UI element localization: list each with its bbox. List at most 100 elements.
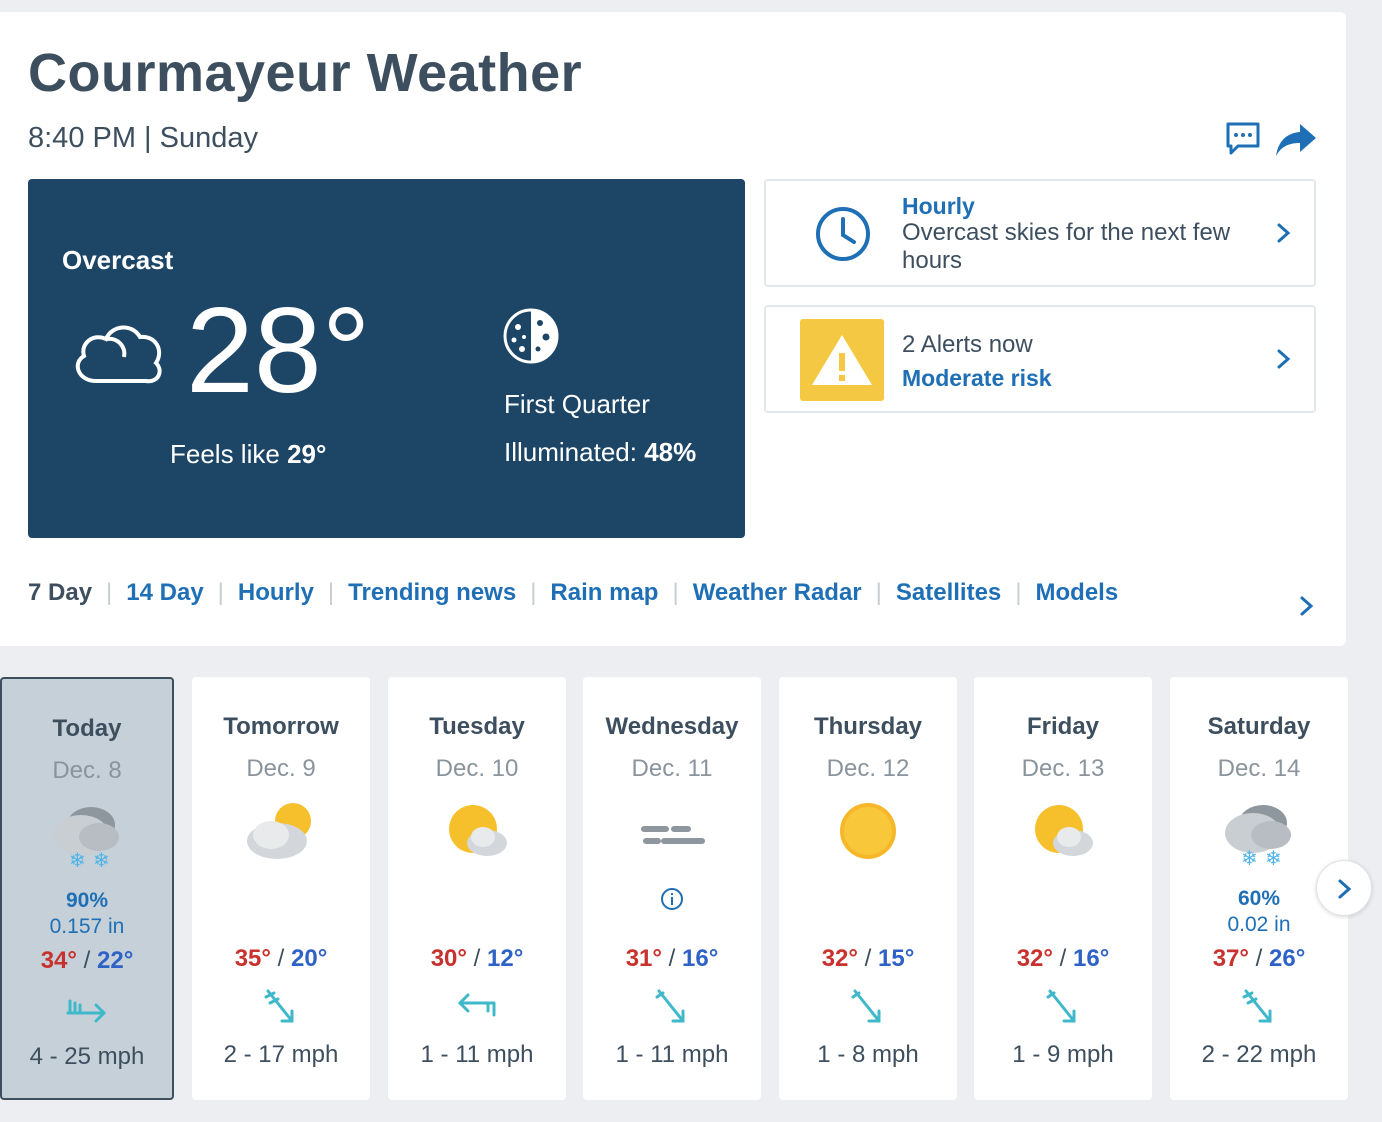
day-name: Saturday [1207,713,1311,740]
day-name: Wednesday [605,713,739,740]
wind-arrow-icon [1242,989,1272,1023]
svg-text:❄: ❄ [69,848,86,872]
tab-hourly[interactable]: Hourly [238,579,314,607]
tab-weather-radar[interactable]: Weather Radar [693,579,862,607]
feels-like: Feels like 29° [170,439,326,470]
precip-amount: 0.157 in [49,915,125,938]
tab-14-day[interactable]: 14 Day [126,579,203,607]
hourly-card-title: Hourly [902,193,975,219]
day-name: Friday [1026,713,1100,740]
condition-label: Overcast [62,245,174,275]
snow-cloud-icon: ❄ ❄ [53,807,119,872]
tab-models[interactable]: Models [1036,579,1119,607]
day-date: Dec. 14 [1217,755,1301,782]
wind-arrow-icon [851,989,881,1023]
forecast-day-wednesday[interactable]: Wednesday Dec. 11 31° / 16° 1 - 11 mph [583,677,761,1100]
temp-range: 31° / 16° [625,945,719,972]
moon-icon [503,308,559,364]
wind-range: 4 - 25 mph [29,1043,145,1070]
forecast-tabs: 7 Day | 14 Day | Hourly | Trending news … [28,578,1118,608]
day-name: Tuesday [429,713,525,740]
wind-arrow-icon [1046,989,1076,1023]
high-temp: 32° [821,945,858,972]
chevron-right-icon [1338,879,1352,899]
fog-icon [641,826,705,844]
forecast-day-thursday[interactable]: Thursday Dec. 12 32° / 15° 1 - 8 mph [779,677,957,1100]
tab-divider: | [106,579,113,606]
temp-range: 30° / 12° [430,945,524,972]
temp-range: 32° / 16° [1016,945,1110,972]
alerts-card[interactable]: 2 Alerts now Moderate risk [764,305,1316,413]
low-temp: 22° [97,947,134,974]
wind-arrow-icon [655,989,685,1023]
high-temp: 35° [234,945,271,972]
hourly-summary-card[interactable]: Hourly Overcast skies for the next few h… [764,179,1316,287]
forecast-day-tomorrow[interactable]: Tomorrow Dec. 9 35° / 20° 2 - 17 mph [192,677,370,1100]
high-temp: 34° [40,947,77,974]
high-temp: 31° [625,945,662,972]
temp-range: 32° / 15° [821,945,915,972]
current-time: 8:40 PM | Sunday [28,122,259,154]
svg-text:❄: ❄ [1241,846,1258,870]
chevron-right-icon [1277,223,1291,243]
current-temperature: 28° [186,282,371,418]
svg-text:❄: ❄ [93,848,110,872]
tab-divider: | [875,579,882,606]
tab-satellites[interactable]: Satellites [896,579,1001,607]
tab-7-day[interactable]: 7 Day [28,579,92,607]
clock-icon [816,207,870,261]
illuminated-label: Illuminated: [504,437,637,467]
sun-icon [840,803,896,859]
tab-divider: | [1015,579,1022,606]
info-icon[interactable] [660,887,684,911]
low-temp: 12° [487,945,524,972]
forecast-day-friday[interactable]: Friday Dec. 13 32° / 16° 1 - 9 mph [974,677,1152,1100]
day-date: Dec. 8 [52,757,122,784]
share-icon[interactable] [1274,120,1318,158]
wind-arrow-icon [457,993,496,1017]
illuminated-value: 48% [644,437,697,467]
low-temp: 20° [291,945,328,972]
tabs-scroll-right-icon[interactable] [1298,592,1316,620]
chevron-right-icon [1277,349,1291,369]
precip-amount: 0.02 in [1227,913,1291,936]
wind-arrow-icon [264,989,294,1023]
day-name: Today [52,715,122,742]
day-date: Dec. 12 [826,755,910,782]
tab-rain-map[interactable]: Rain map [550,579,658,607]
precip-chance: 90% [65,889,109,912]
svg-text:❄: ❄ [1265,846,1282,870]
page-title: Courmayeur Weather [28,43,583,103]
tab-divider: | [217,579,224,606]
temp-range: 34° / 22° [40,947,134,974]
sun-cloud-icon [449,805,507,856]
partly-cloudy-icon [247,803,311,859]
forecast-day-today[interactable]: Today Dec. 8 ❄ ❄ 90% 0.157 in 34° / 22° … [0,677,174,1100]
forecast-next-button[interactable] [1316,860,1372,916]
main-card: Courmayeur Weather 8:40 PM | Sunday Over… [0,12,1346,646]
alert-badge [800,319,884,401]
day-date: Dec. 13 [1021,755,1105,782]
high-temp: 32° [1016,945,1053,972]
hourly-card-description: Overcast skies for the next few hours [902,219,1231,274]
day-date: Dec. 10 [435,755,519,782]
wind-range: 1 - 11 mph [420,1041,534,1068]
warning-icon [812,335,872,385]
moon-phase: First Quarter [504,389,650,419]
low-temp: 16° [682,945,719,972]
comment-icon[interactable] [1224,120,1262,158]
forecast-day-tuesday[interactable]: Tuesday Dec. 10 30° / 12° 1 - 11 mph [388,677,566,1100]
snow-cloud-icon: ❄ ❄ [1225,805,1291,870]
tab-divider: | [672,579,679,606]
wind-arrow-icon [66,999,107,1023]
wind-range: 1 - 8 mph [817,1041,919,1068]
temp-range: 37° / 26° [1212,945,1306,972]
wind-range: 1 - 9 mph [1012,1041,1114,1068]
tab-trending-news[interactable]: Trending news [348,579,516,607]
high-temp: 30° [430,945,467,972]
low-temp: 15° [878,945,915,972]
feels-like-label: Feels like [170,439,280,469]
alerts-count: 2 Alerts now [902,331,1033,358]
feels-like-value: 29° [287,439,327,469]
wind-range: 1 - 11 mph [615,1041,729,1068]
